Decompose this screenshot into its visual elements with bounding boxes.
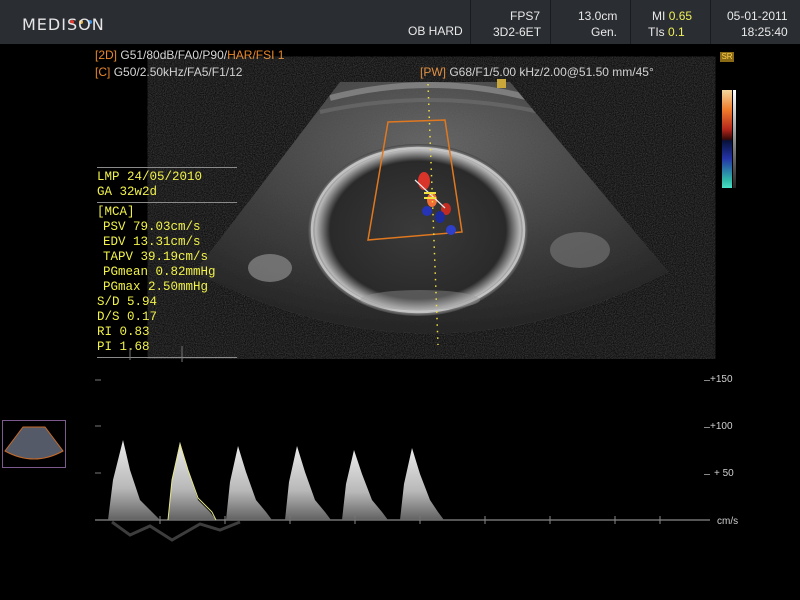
vessel-label: [MCA] <box>97 205 135 219</box>
tapv-value: TAPV 39.19cm/s <box>103 250 209 264</box>
scale-label-150: +150 <box>710 374 733 385</box>
ga-value: GA 32w2d <box>97 185 158 199</box>
edv-value: EDV 13.31cm/s <box>103 235 201 249</box>
lmp-value: LMP 24/05/2010 <box>97 170 203 184</box>
ds-ratio: D/S 0.17 <box>97 310 158 324</box>
scale-label-50: + 50 <box>714 468 734 479</box>
scale-unit: cm/s <box>717 516 739 527</box>
spectral-doppler-trace <box>95 346 710 542</box>
sd-ratio: S/D 5.94 <box>97 295 158 309</box>
pgmax-value: PGmax 2.50mmHg <box>103 280 209 294</box>
ri-value: RI 0.83 <box>97 325 150 339</box>
measurement-panel: LMP 24/05/2010 GA 32w2d [MCA] PSV 79.03c… <box>97 165 237 360</box>
scale-label-100: +100 <box>710 421 733 432</box>
pgmean-value: PGmean 0.82mmHg <box>103 265 216 279</box>
psv-value: PSV 79.03cm/s <box>103 220 201 234</box>
